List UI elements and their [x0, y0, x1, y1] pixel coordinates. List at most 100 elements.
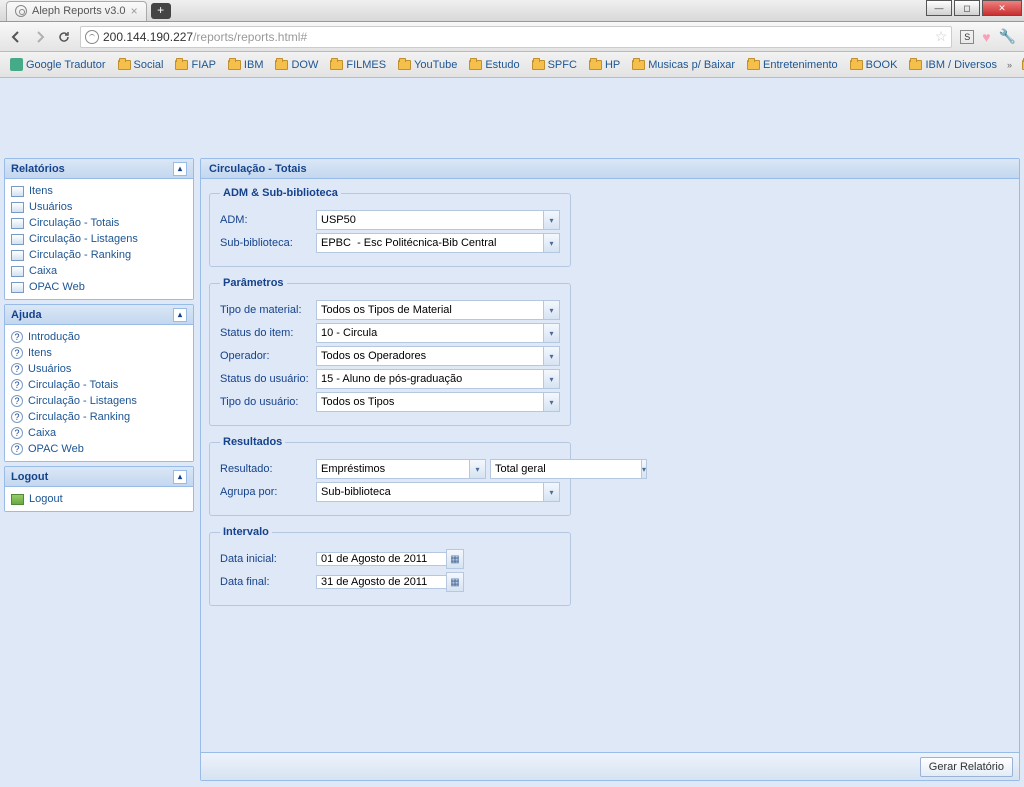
- sub-input[interactable]: [316, 233, 543, 253]
- bookmark-item[interactable]: Google Tradutor: [6, 56, 110, 73]
- panel-title: Ajuda: [11, 309, 42, 321]
- main-footer: Gerar Relatório: [201, 752, 1019, 780]
- bookmark-item[interactable]: FIAP: [171, 57, 219, 73]
- chevron-down-icon[interactable]: ▾: [543, 233, 560, 253]
- calendar-icon[interactable]: ▦: [446, 549, 464, 569]
- help-icon: ?: [11, 443, 23, 455]
- browser-tab[interactable]: Aleph Reports v3.0 ×: [6, 1, 147, 21]
- back-button[interactable]: [8, 29, 24, 45]
- nav-circ-listagens[interactable]: Circulação - Listagens: [7, 231, 191, 247]
- collapse-icon[interactable]: ▴: [173, 162, 187, 176]
- panel-header-logout[interactable]: Logout ▴: [5, 467, 193, 487]
- tipo-material-input[interactable]: [316, 300, 543, 320]
- panel-title: Logout: [11, 471, 48, 483]
- tab-title: Aleph Reports v3.0: [32, 5, 126, 17]
- help-opac[interactable]: ?OPAC Web: [7, 441, 191, 457]
- window-maximize-button[interactable]: ◻: [954, 0, 980, 16]
- tipo-usuario-combo[interactable]: ▾: [316, 392, 560, 412]
- data-inicial-input[interactable]: [316, 552, 446, 566]
- tipo-material-label: Tipo de material:: [220, 304, 316, 316]
- status-usuario-input[interactable]: [316, 369, 543, 389]
- tipo-material-combo[interactable]: ▾: [316, 300, 560, 320]
- nav-circ-ranking[interactable]: Circulação - Ranking: [7, 247, 191, 263]
- nav-caixa[interactable]: Caixa: [7, 263, 191, 279]
- nav-itens[interactable]: Itens: [7, 183, 191, 199]
- help-circ-ranking[interactable]: ?Circulação - Ranking: [7, 409, 191, 425]
- chevron-down-icon[interactable]: ▾: [543, 392, 560, 412]
- data-final-label: Data final:: [220, 576, 316, 588]
- agrupa-input[interactable]: [316, 482, 543, 502]
- chevron-down-icon[interactable]: ▾: [641, 459, 647, 479]
- bookmark-item[interactable]: FILMES: [326, 57, 390, 73]
- report-icon: [11, 250, 24, 261]
- adm-input[interactable]: [316, 210, 543, 230]
- bookmark-item[interactable]: Entretenimento: [743, 57, 842, 73]
- nav-opac[interactable]: OPAC Web: [7, 279, 191, 295]
- window-minimize-button[interactable]: —: [926, 0, 952, 16]
- bookmark-other[interactable]: Outros favoritos: [1018, 57, 1024, 73]
- forward-button[interactable]: [32, 29, 48, 45]
- resultado-tipo-input[interactable]: [490, 459, 641, 479]
- group-intervalo: Intervalo Data inicial: ▦ Data final: ▦: [209, 526, 571, 606]
- bookmark-item[interactable]: SPFC: [528, 57, 581, 73]
- bookmark-item[interactable]: Estudo: [465, 57, 523, 73]
- logout-link[interactable]: Logout: [7, 491, 191, 507]
- resultado-combo[interactable]: ▾: [316, 459, 486, 479]
- bookmarks-overflow-arrow[interactable]: »: [1007, 60, 1012, 70]
- bookmark-item[interactable]: YouTube: [394, 57, 461, 73]
- reload-button[interactable]: [56, 29, 72, 45]
- help-itens[interactable]: ?Itens: [7, 345, 191, 361]
- chevron-down-icon[interactable]: ▾: [469, 459, 486, 479]
- tab-close-icon[interactable]: ×: [131, 4, 138, 18]
- bookmark-item[interactable]: BOOK: [846, 57, 902, 73]
- panel-header-ajuda[interactable]: Ajuda ▴: [5, 305, 193, 325]
- bookmark-item[interactable]: Musicas p/ Baixar: [628, 57, 739, 73]
- url-host: 200.144.190.227: [103, 30, 193, 44]
- bookmark-item[interactable]: DOW: [271, 57, 322, 73]
- agrupa-combo[interactable]: ▾: [316, 482, 560, 502]
- chevron-down-icon[interactable]: ▾: [543, 346, 560, 366]
- panel-header-relatorios[interactable]: Relatórios ▴: [5, 159, 193, 179]
- resultado-input[interactable]: [316, 459, 469, 479]
- bookmark-item[interactable]: IBM: [224, 57, 268, 73]
- operador-combo[interactable]: ▾: [316, 346, 560, 366]
- address-bar[interactable]: 200.144.190.227/reports/reports.html# ☆: [80, 26, 952, 48]
- extension-icon[interactable]: S: [960, 30, 974, 44]
- chevron-down-icon[interactable]: ▾: [543, 323, 560, 343]
- status-usuario-combo[interactable]: ▾: [316, 369, 560, 389]
- status-item-combo[interactable]: ▾: [316, 323, 560, 343]
- operador-input[interactable]: [316, 346, 543, 366]
- bookmark-item[interactable]: Social: [114, 57, 168, 73]
- adm-combo[interactable]: ▾: [316, 210, 560, 230]
- window-close-button[interactable]: ✕: [982, 0, 1022, 16]
- chevron-down-icon[interactable]: ▾: [543, 300, 560, 320]
- calendar-icon[interactable]: ▦: [446, 572, 464, 592]
- resultado-tipo-combo[interactable]: ▾: [490, 459, 559, 479]
- chevron-down-icon[interactable]: ▾: [543, 482, 560, 502]
- collapse-icon[interactable]: ▴: [173, 308, 187, 322]
- new-tab-button[interactable]: +: [151, 3, 171, 19]
- url-path: /reports/reports.html#: [193, 30, 307, 44]
- browser-nav-bar: 200.144.190.227/reports/reports.html# ☆ …: [0, 22, 1024, 52]
- bookmark-star-icon[interactable]: ☆: [935, 28, 948, 45]
- heart-icon[interactable]: ♥: [982, 29, 990, 45]
- gerar-relatorio-button[interactable]: Gerar Relatório: [920, 757, 1013, 777]
- bookmark-item[interactable]: HP: [585, 57, 624, 73]
- collapse-icon[interactable]: ▴: [173, 470, 187, 484]
- status-item-input[interactable]: [316, 323, 543, 343]
- tipo-usuario-input[interactable]: [316, 392, 543, 412]
- nav-circ-totais[interactable]: Circulação - Totais: [7, 215, 191, 231]
- help-intro[interactable]: ?Introdução: [7, 329, 191, 345]
- nav-usuarios[interactable]: Usuários: [7, 199, 191, 215]
- help-circ-listagens[interactable]: ?Circulação - Listagens: [7, 393, 191, 409]
- help-caixa[interactable]: ?Caixa: [7, 425, 191, 441]
- chevron-down-icon[interactable]: ▾: [543, 210, 560, 230]
- logout-icon: [11, 494, 24, 505]
- help-circ-totais[interactable]: ?Circulação - Totais: [7, 377, 191, 393]
- help-usuarios[interactable]: ?Usuários: [7, 361, 191, 377]
- wrench-icon[interactable]: 🔧: [999, 28, 1016, 45]
- chevron-down-icon[interactable]: ▾: [543, 369, 560, 389]
- sub-combo[interactable]: ▾: [316, 233, 560, 253]
- bookmark-item[interactable]: IBM / Diversos: [905, 57, 1001, 73]
- data-final-input[interactable]: [316, 575, 446, 589]
